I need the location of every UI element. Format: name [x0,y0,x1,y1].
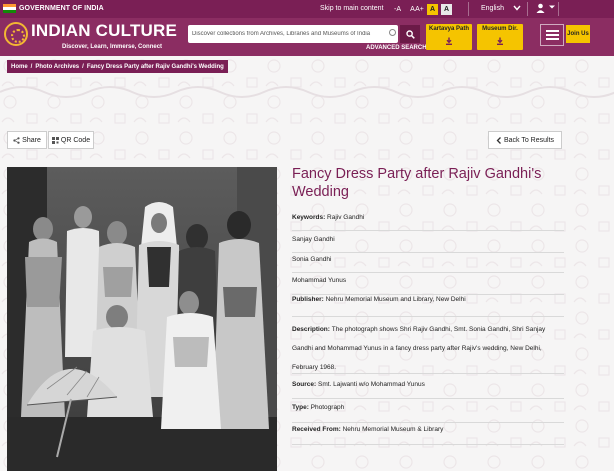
breadcrumb: Home / Photo Archives / Fancy Dress Part… [7,60,228,73]
kartavya-path-label: Kartavya Path [428,26,470,32]
back-to-results-button[interactable]: Back To Results [488,131,562,149]
keyword-item[interactable]: Sonia Gandhi [292,256,331,263]
type-value: Photograph [310,404,345,411]
breadcrumb-current: Fancy Dress Party after Rajiv Gandhi's W… [86,63,224,70]
keyword-item[interactable]: Mohammad Yunus [292,277,346,284]
source-label: Source: [292,381,319,388]
breadcrumb-separator: / [30,63,33,70]
qr-code-button[interactable]: QR Code [48,131,94,149]
record-details: Fancy Dress Party after Rajiv Gandhi's W… [292,165,564,201]
logo-subtitle: Discover, Learn, Immerse, Connect [62,44,163,50]
source-row: Source: Smt. Lajwanti w/o Mohammad Yunus [292,381,564,399]
india-flag-icon [3,4,16,13]
received-from-row: Received From: Nehru Memorial Museum & L… [292,426,564,445]
received-from-value: Nehru Memorial Museum & Library [342,426,444,433]
logo-title[interactable]: INDIAN CULTURE [31,21,177,41]
source-value: Smt. Lajwanti w/o Mohammad Yunus [318,381,425,388]
museum-dir-label: Museum Dir. [482,26,518,32]
qr-code-label: QR Code [60,136,91,144]
join-us-button[interactable]: Join Us [566,25,590,43]
breadcrumb-photo-archives[interactable]: Photo Archives [35,64,79,70]
keywords-row: Sanjay Gandhi [292,236,564,253]
chevron-left-icon [496,136,501,144]
publisher-row: Publisher: Nehru Memorial Museum and Lib… [292,296,564,317]
photograph-image[interactable] [7,167,277,471]
font-decrease-button[interactable]: -A [392,3,403,15]
description-row: Description: The photograph shows Shri R… [292,320,564,374]
site-header: INDIAN CULTURE Discover, Learn, Immerse,… [0,18,614,56]
language-select[interactable]: English [481,5,504,12]
description-label: Description: [292,326,332,333]
contrast-white-button[interactable]: A [441,4,452,15]
government-label: GOVERNMENT OF INDIA [19,5,104,12]
breadcrumb-separator: / [82,63,84,70]
chevron-down-icon [549,4,555,12]
keywords-label: Keywords: [292,214,328,221]
keywords-row: Sonia Gandhi [292,256,564,273]
download-icon [426,37,472,47]
type-row: Type: Photograph [292,404,564,423]
skip-to-main-link[interactable]: Skip to main content [320,5,383,12]
qr-code-icon [51,136,59,144]
kartavya-path-button[interactable]: Kartavya Path [426,24,472,50]
hamburger-menu-icon[interactable] [540,24,564,46]
advanced-search-link[interactable]: ADVANCED SEARCH [366,45,427,51]
publisher-value: Nehru Memorial Museum and Library, New D… [325,296,466,303]
share-button[interactable]: Share [7,131,47,149]
record-title: Fancy Dress Party after Rajiv Gandhi's W… [292,166,542,200]
contrast-yellow-button[interactable]: A [427,4,438,15]
keywords-row: Mohammad Yunus [292,277,564,295]
type-label: Type: [292,404,311,411]
back-to-results-label: Back To Results [503,136,555,144]
share-label: Share [22,136,41,144]
keyword-item[interactable]: Rajiv Gandhi [327,214,364,221]
divider [558,2,559,16]
share-icon [13,136,20,144]
keyword-item[interactable]: Sanjay Gandhi [292,236,335,243]
received-from-label: Received From: [292,426,343,433]
divider [468,2,469,16]
publisher-label: Publisher: [292,296,326,303]
user-icon[interactable] [536,3,545,15]
logo-icon[interactable] [4,22,28,46]
government-bar: GOVERNMENT OF INDIA Skip to main content… [0,0,614,18]
search-box [188,25,398,43]
search-icon [405,29,415,39]
search-input[interactable] [192,25,382,43]
font-increase-button[interactable]: A+ [414,3,425,15]
clear-search-icon[interactable] [389,29,396,36]
keywords-row: Keywords: Rajiv Gandhi [292,214,564,231]
breadcrumb-home[interactable]: Home [11,64,28,70]
search-button[interactable] [400,25,420,43]
download-icon [477,37,523,47]
museum-directory-button[interactable]: Museum Dir. [477,24,523,50]
divider [527,2,528,16]
chevron-down-icon [513,4,521,14]
